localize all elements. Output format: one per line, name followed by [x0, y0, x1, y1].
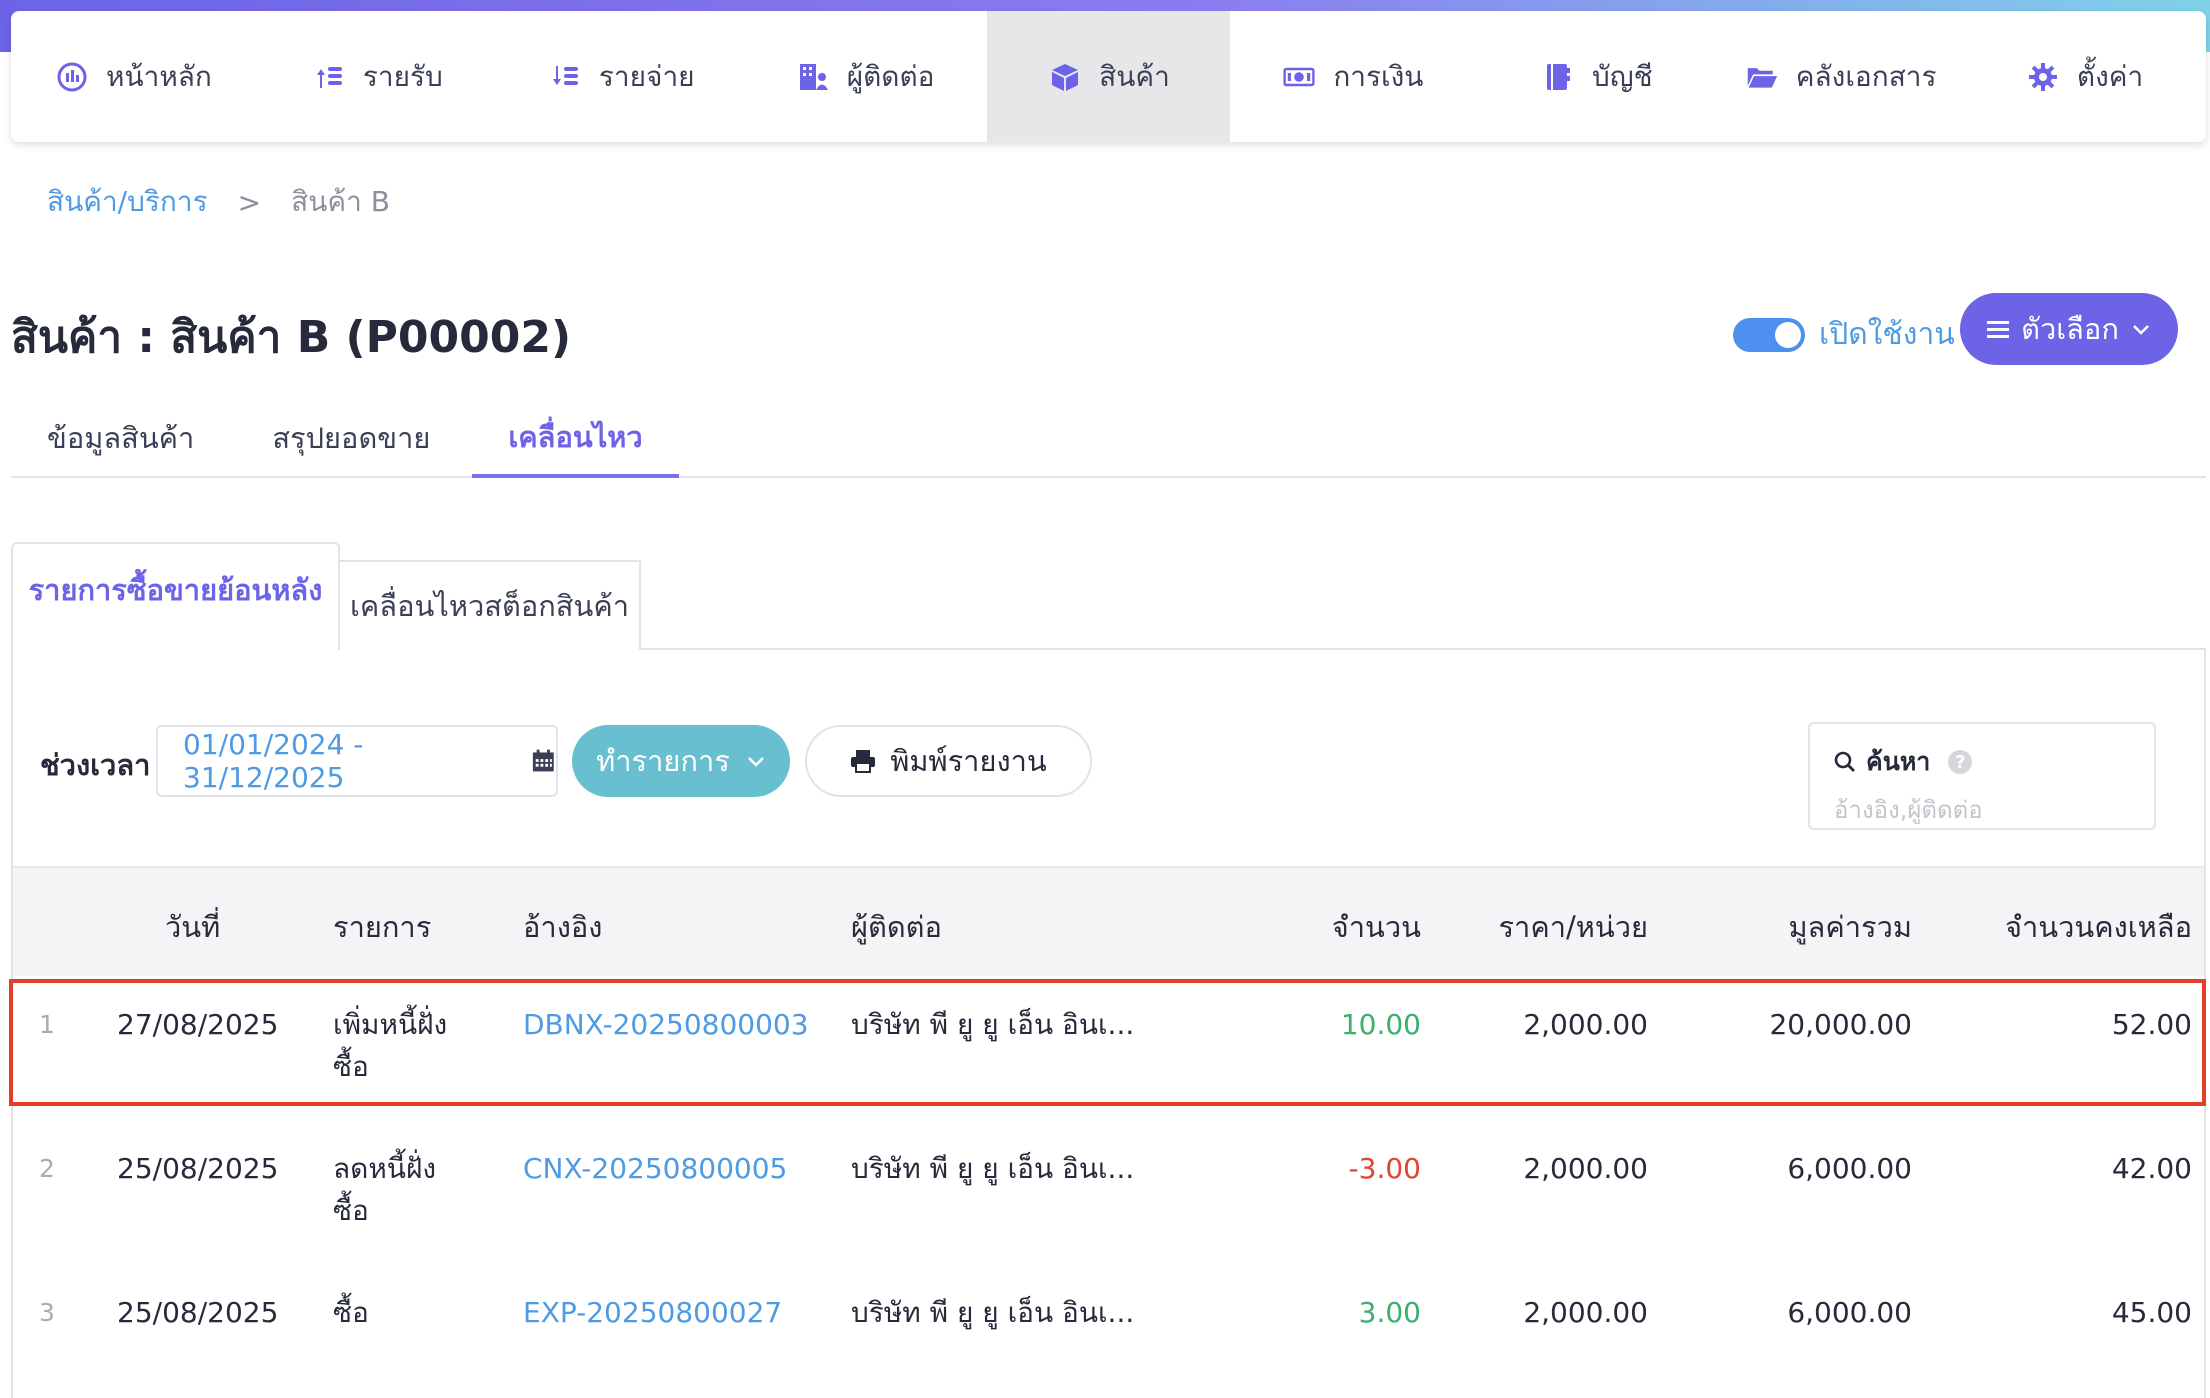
search-icon: [1834, 751, 1855, 772]
highlighted-row-outline: [9, 979, 2206, 1106]
menu-lines-icon: [1987, 321, 2010, 338]
search-header: ค้นหา ?: [1834, 742, 2154, 782]
breadcrumb-separator: >: [237, 185, 262, 219]
settings-gear-icon: [2025, 61, 2061, 93]
table-header: วันที่ รายการ อ้างอิง ผู้ติดต่อ จำนวน รา…: [13, 866, 2204, 976]
row-item: ซื้อ: [333, 1296, 369, 1329]
nav-item-income[interactable]: รายรับ: [255, 11, 499, 142]
options-dropdown-button[interactable]: ตัวเลือก: [1960, 293, 2178, 365]
row-qty: -3.00: [1348, 1152, 1421, 1185]
nav-item-settings[interactable]: ตั้งค่า: [1962, 11, 2206, 142]
contacts-building-icon: [795, 61, 831, 93]
row-index: 3: [39, 1298, 55, 1327]
row-ref-link[interactable]: EXP-20250800027: [523, 1292, 782, 1334]
toggle-knob: [1775, 321, 1801, 348]
period-label: ช่วงเวลา: [40, 748, 151, 782]
row-total: 6,000.00: [1787, 1296, 1912, 1329]
col-ref[interactable]: อ้างอิง: [523, 904, 602, 950]
nav-item-label: ตั้งค่า: [2076, 59, 2144, 93]
search-box: ค้นหา ?: [1808, 722, 2156, 830]
nav-item-label: หน้าหลัก: [106, 59, 212, 93]
row-remaining: 42.00: [2111, 1152, 2192, 1185]
col-qty[interactable]: จำนวน: [1332, 904, 1421, 950]
product-tabs: ข้อมูลสินค้า สรุปยอดขาย เคลื่อนไหว: [11, 400, 2206, 478]
row-ref-link[interactable]: CNX-20250800005: [523, 1148, 787, 1190]
main-navbar: หน้าหลัก รายรับ รายจ่าย ผู้ติดต่อ สินค้า…: [11, 11, 2206, 142]
print-report-label: พิมพ์รายงาน: [890, 744, 1047, 778]
nav-item-finance[interactable]: การเงิน: [1230, 11, 1474, 142]
date-range-value: 01/01/2024 - 31/12/2025: [183, 728, 364, 794]
make-transaction-label: ทำรายการ: [596, 744, 730, 778]
row-index: 2: [39, 1154, 55, 1183]
chevron-down-icon: [747, 757, 764, 767]
row-remaining: 45.00: [2111, 1296, 2192, 1329]
tab-product-info[interactable]: ข้อมูลสินค้า: [11, 400, 230, 476]
row-date: 25/08/2025: [117, 1152, 279, 1185]
chevron-down-icon: [2133, 325, 2149, 335]
nav-item-home[interactable]: หน้าหลัก: [11, 11, 255, 142]
active-toggle[interactable]: [1733, 317, 1805, 352]
col-item[interactable]: รายการ: [333, 904, 431, 950]
nav-item-documents[interactable]: คลังเอกสาร: [1718, 11, 1962, 142]
col-contact[interactable]: ผู้ติดต่อ: [851, 904, 942, 950]
search-input[interactable]: [1834, 796, 2134, 824]
nav-item-label: บัญชี: [1591, 59, 1653, 93]
row-item: ลดหนี้ฝั่ง ซื้อ: [333, 1148, 436, 1232]
col-total[interactable]: มูลค่ารวม: [1788, 904, 1912, 950]
row-qty: 3.00: [1358, 1296, 1421, 1329]
nav-item-label: รายรับ: [362, 59, 443, 93]
tab-movements[interactable]: เคลื่อนไหว: [472, 400, 679, 478]
breadcrumb-current: สินค้า B: [291, 185, 390, 218]
expense-coins-icon: [547, 61, 583, 93]
row-unit-price: 2,000.00: [1523, 1296, 1648, 1329]
breadcrumb-parent-link[interactable]: สินค้า/บริการ: [47, 180, 208, 224]
subtab-transaction-history[interactable]: รายการซื้อขายย้อนหลัง: [11, 542, 340, 650]
calendar-icon: [533, 749, 555, 772]
row-date: 25/08/2025: [117, 1296, 279, 1329]
nav-item-accounting[interactable]: บัญชี: [1474, 11, 1718, 142]
active-toggle-group: เปิดใช้งาน: [1733, 311, 1955, 358]
nav-item-label: การเงิน: [1333, 59, 1424, 93]
page-title: สินค้า : สินค้า B (P00002): [11, 312, 572, 363]
nav-item-expense[interactable]: รายจ่าย: [499, 11, 743, 142]
nav-item-products[interactable]: สินค้า: [986, 11, 1231, 142]
help-icon[interactable]: ?: [1948, 750, 1973, 774]
subtab-stock-movements[interactable]: เคลื่อนไหวสต็อกสินค้า: [340, 560, 641, 650]
make-transaction-button[interactable]: ทำรายการ: [572, 725, 790, 797]
row-total: 6,000.00: [1787, 1152, 1912, 1185]
sub-tabs: รายการซื้อขายย้อนหลัง เคลื่อนไหวสต็อกสิน…: [11, 542, 641, 650]
row-contact: บริษัท พี ยู ยู เอ็น อินเ...: [851, 1152, 1135, 1185]
print-report-button[interactable]: พิมพ์รายงาน: [805, 725, 1092, 797]
date-range-field[interactable]: 01/01/2024 - 31/12/2025: [156, 725, 558, 797]
finance-money-icon: [1281, 61, 1317, 93]
search-label: ค้นหา: [1866, 747, 1931, 776]
breadcrumb: สินค้า/บริการ > สินค้า B: [47, 180, 390, 224]
col-remaining[interactable]: จำนวนคงเหลือ: [2005, 904, 2192, 950]
options-label: ตัวเลือก: [2021, 314, 2119, 346]
nav-item-label: สินค้า: [1099, 59, 1170, 93]
printer-icon: [851, 750, 876, 773]
row-contact: บริษัท พี ยู ยู เอ็น อินเ...: [851, 1296, 1135, 1329]
dashboard-gauge-icon: [54, 61, 90, 93]
nav-item-contacts[interactable]: ผู้ติดต่อ: [743, 11, 987, 142]
col-unit-price[interactable]: ราคา/หน่วย: [1498, 904, 1648, 950]
row-item-line1: ลดหนี้ฝั่ง: [333, 1152, 437, 1185]
col-date[interactable]: วันที่: [165, 904, 220, 950]
income-coins-icon: [311, 61, 347, 93]
nav-item-label: คลังเอกสาร: [1795, 59, 1937, 93]
accounting-book-icon: [1540, 61, 1576, 93]
product-box-icon: [1047, 61, 1083, 93]
row-item-line2: ซื้อ: [333, 1194, 369, 1227]
nav-item-label: รายจ่าย: [598, 59, 695, 93]
row-unit-price: 2,000.00: [1523, 1152, 1648, 1185]
active-toggle-label: เปิดใช้งาน: [1819, 317, 1955, 352]
tab-sales-summary[interactable]: สรุปยอดขาย: [236, 400, 466, 476]
nav-item-label: ผู้ติดต่อ: [846, 59, 935, 93]
documents-folder-icon: [1744, 61, 1780, 93]
